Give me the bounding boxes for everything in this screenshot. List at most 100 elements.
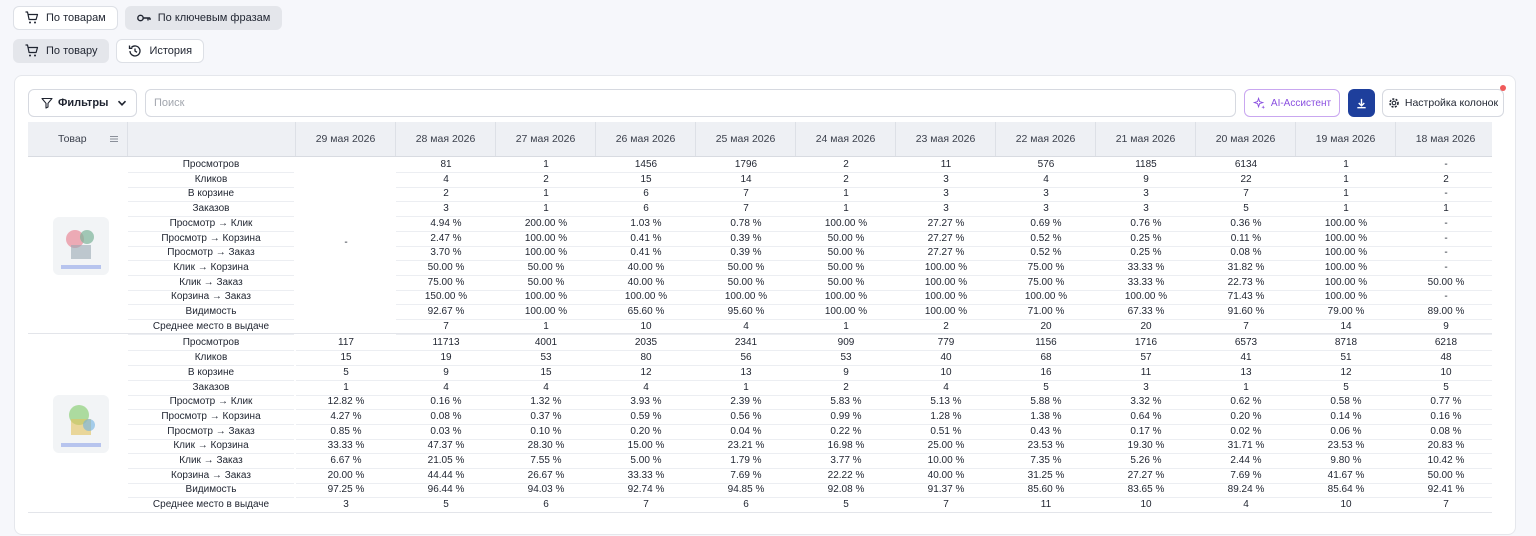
column-settings-button[interactable]: Настройка колонок [1382,89,1504,117]
date-column-header[interactable]: 18 мая 2026 [1396,122,1492,156]
value-cell: 10.42 % [1396,453,1492,469]
value-cell: 1 [696,380,796,396]
value-cell: 0.56 % [696,409,796,425]
cart-icon [25,44,39,57]
search-input[interactable] [145,89,1236,117]
value-cell: 27.27 % [896,231,996,247]
value-cell: 7 [696,186,796,203]
value-cell: - [1396,289,1492,306]
value-cell: 40.00 % [596,260,696,276]
value-cell: 14 [696,172,796,188]
value-cell: 1 [1296,201,1396,218]
date-column-header[interactable]: 26 мая 2026 [596,122,696,156]
value-cell: 1456 [596,157,696,173]
filters-button[interactable]: Фильтры [28,89,137,117]
value-cell: 6 [596,201,696,218]
value-cell: 22.73 % [1196,275,1296,291]
value-cell: 97.25 % [296,482,396,499]
tab-by-products[interactable]: По товарам [13,6,118,30]
value-cell: 10 [1396,365,1492,381]
value-cell: 1 [796,319,896,335]
value-cell: 100.00 % [496,245,596,262]
value-cell: 89.24 % [1196,482,1296,499]
metric-label: Просмотр → Заказ [128,245,294,262]
value-cell: 100.00 % [1296,260,1396,276]
value-cell: 100.00 % [496,304,596,320]
value-cell: 7 [896,497,996,514]
value-cell: 3 [896,201,996,218]
value-cell: 100.00 % [1296,275,1396,291]
value-cell: 9 [1396,319,1492,335]
metric-column-header [128,122,296,156]
value-cell: 50.00 % [496,275,596,291]
metric-label: Видимость [128,482,294,499]
date-column-header[interactable]: 25 мая 2026 [696,122,796,156]
product-thumbnail[interactable] [53,395,109,454]
value-cell: - [1396,216,1492,232]
value-cell: 100.00 % [796,289,896,306]
value-cell: 0.51 % [896,424,996,440]
value-cell: 5.00 % [596,453,696,469]
value-cell: 3.70 % [396,245,496,262]
value-cell: 1 [1296,172,1396,188]
value-cell: 7 [1196,186,1296,203]
value-cell: 1 [496,319,596,335]
column-menu-icon[interactable] [110,135,118,143]
date-column-header[interactable]: 22 мая 2026 [996,122,1096,156]
value-cell: 0.59 % [596,409,696,425]
product-column-header[interactable]: Товар [28,122,128,156]
date-column-header[interactable]: 20 мая 2026 [1196,122,1296,156]
value-cell: 0.22 % [796,424,896,440]
ai-assistant-button[interactable]: AI-Ассистент [1244,89,1340,117]
date-column-header[interactable]: 27 мая 2026 [496,122,596,156]
value-cell: 1185 [1096,157,1196,173]
value-cell: 91.60 % [1196,304,1296,320]
value-cell: 96.44 % [396,482,496,499]
value-cell: 27.27 % [896,216,996,232]
value-cell: 15.00 % [596,438,696,455]
value-cell: 100.00 % [1296,289,1396,306]
date-column-header[interactable]: 19 мая 2026 [1296,122,1396,156]
value-cell: 71.00 % [996,304,1096,320]
date-column-header[interactable]: 21 мая 2026 [1096,122,1196,156]
value-cell: 1.03 % [596,216,696,232]
date-column-header[interactable]: 23 мая 2026 [896,122,996,156]
metric-label: Просмотр → Корзина [128,231,294,247]
value-cell: 0.77 % [1396,394,1492,411]
value-cell: 15 [296,350,396,367]
value-cell: 5 [796,497,896,514]
history-icon [129,45,142,57]
value-cell: 3.32 % [1096,394,1196,411]
tab-history[interactable]: История [116,39,205,63]
value-cell: 40.00 % [596,275,696,291]
value-cell: 2.39 % [696,394,796,411]
tab-by-product[interactable]: По товару [13,39,110,63]
value-cell: 0.52 % [996,231,1096,247]
value-cell: 100.00 % [496,289,596,306]
value-cell: 1 [1296,186,1396,203]
date-column-header[interactable]: 29 мая 2026 [296,122,396,156]
value-cell: 200.00 % [496,216,596,232]
value-cell: 83.65 % [1096,482,1196,499]
download-icon [1357,98,1366,108]
value-cell: 91.37 % [896,482,996,499]
tab-by-keywords[interactable]: По ключевым фразам [124,6,283,30]
tab-label: История [149,45,193,57]
value-cell: 33.33 % [596,468,696,484]
value-cell: 11713 [396,335,496,352]
value-cell: 50.00 % [696,260,796,276]
value-cell: 909 [796,335,896,352]
value-cell: 3 [996,201,1096,218]
table-toolbar: Фильтры AI-Ассистент Настройка колонок [28,85,1506,117]
product-thumbnail[interactable] [53,217,109,275]
value-cell: 0.99 % [796,409,896,425]
value-cell: 9.80 % [1296,453,1396,469]
value-cell: 2 [796,172,896,188]
value-cell: 2.44 % [1196,453,1296,469]
date-column-header[interactable]: 24 мая 2026 [796,122,896,156]
value-cell: 0.02 % [1196,424,1296,440]
download-button[interactable] [1348,89,1375,117]
value-cell: 50.00 % [496,260,596,276]
date-column-header[interactable]: 28 мая 2026 [396,122,496,156]
value-cell: 0.11 % [1196,231,1296,247]
